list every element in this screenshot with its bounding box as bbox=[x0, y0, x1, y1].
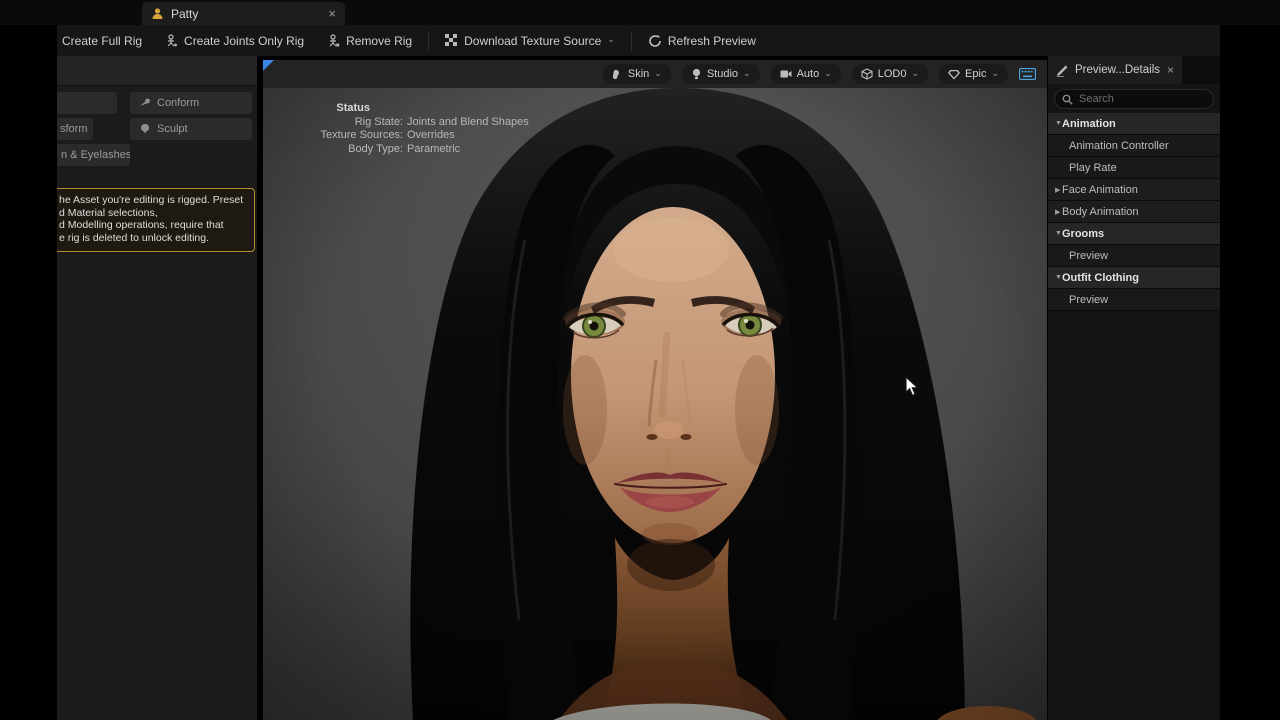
tab-bar: Patty × bbox=[0, 0, 1280, 25]
details-pencil-icon bbox=[1056, 64, 1069, 77]
remove-rig-button[interactable]: Remove Rig bbox=[315, 25, 423, 56]
tree-category-grooms[interactable]: ▼Grooms bbox=[1048, 223, 1220, 245]
eyelashes-button[interactable]: n & Eyelashes bbox=[57, 144, 130, 166]
status-label: Rig State: bbox=[275, 116, 403, 130]
tree-category-outfit-clothing[interactable]: ▼Outfit Clothing bbox=[1048, 267, 1220, 289]
triangle-collapsed-icon: ▶ bbox=[1048, 186, 1062, 194]
status-value: Overrides bbox=[403, 129, 455, 143]
warning-line: he Asset you're editing is rigged. Prese… bbox=[59, 194, 247, 207]
quality-epic-dropdown[interactable]: Epic ⌄ bbox=[939, 64, 1008, 84]
triangle-expanded-icon: ▼ bbox=[1048, 230, 1062, 237]
toolbar-separator bbox=[631, 31, 632, 51]
preview-details-panel: Preview...Details × Search ▼Animation An… bbox=[1048, 56, 1220, 720]
triangle-expanded-icon: ▼ bbox=[1048, 120, 1062, 127]
lightbulb-icon bbox=[691, 68, 702, 80]
lighting-studio-dropdown[interactable]: Studio ⌄ bbox=[682, 64, 760, 84]
tool-button-cropped[interactable] bbox=[57, 92, 117, 114]
sculpt-icon bbox=[139, 123, 151, 135]
tree-item-play-rate[interactable]: Play Rate bbox=[1048, 157, 1220, 179]
3d-viewport[interactable]: Skin ⌄ Studio ⌄ Auto ⌄ bbox=[263, 60, 1047, 720]
character-preview-render bbox=[263, 60, 1047, 720]
keyboard-shortcuts-button[interactable] bbox=[1019, 68, 1036, 80]
create-full-rig-button[interactable]: Create Full Rig bbox=[57, 25, 153, 56]
tab-close-icon[interactable]: × bbox=[328, 7, 336, 20]
status-label: Texture Sources: bbox=[275, 129, 403, 143]
tool-button-cropped-form[interactable]: sform bbox=[57, 118, 93, 140]
quality-diamond-icon bbox=[948, 69, 960, 80]
warning-line: d Modelling operations, require that bbox=[59, 219, 247, 232]
tree-item-outfit-preview[interactable]: Preview bbox=[1048, 289, 1220, 311]
rig-add-icon bbox=[164, 34, 178, 48]
chevron-down-icon: ⌄ bbox=[743, 68, 751, 79]
panel-close-icon[interactable]: × bbox=[1167, 63, 1174, 77]
tools-panel-header bbox=[57, 56, 257, 86]
tree-category-face-animation[interactable]: ▶Face Animation bbox=[1048, 179, 1220, 201]
details-search-input[interactable]: Search bbox=[1054, 89, 1214, 109]
refresh-icon bbox=[648, 34, 662, 48]
search-icon bbox=[1062, 94, 1073, 105]
rig-status-block: Status Rig State:Joints and Blend Shapes… bbox=[275, 102, 529, 156]
camera-icon bbox=[780, 69, 792, 79]
mouse-cursor bbox=[905, 376, 920, 402]
triangle-expanded-icon: ▼ bbox=[1048, 274, 1062, 281]
chevron-down-icon: ⌄ bbox=[824, 68, 832, 79]
viewport-toolbar: Skin ⌄ Studio ⌄ Auto ⌄ bbox=[263, 60, 1047, 88]
status-title: Status bbox=[275, 102, 403, 116]
chevron-down-icon: ⌄ bbox=[991, 68, 999, 79]
warning-line: d Material selections, bbox=[59, 207, 247, 220]
lod-dropdown[interactable]: LOD0 ⌄ bbox=[852, 64, 928, 84]
metahuman-editor-window: Patty × Create Full Rig Create Joints On… bbox=[0, 0, 1280, 720]
refresh-preview-button[interactable]: Refresh Preview bbox=[637, 25, 767, 56]
conform-button[interactable]: Conform bbox=[130, 92, 252, 114]
create-joints-only-rig-button[interactable]: Create Joints Only Rig bbox=[153, 25, 315, 56]
conform-icon bbox=[139, 97, 151, 109]
warning-line: e rig is deleted to unlock editing. bbox=[59, 232, 247, 245]
status-label: Body Type: bbox=[275, 143, 403, 157]
rig-locked-warning: he Asset you're editing is rigged. Prese… bbox=[57, 188, 255, 252]
sculpt-button[interactable]: Sculpt bbox=[130, 118, 252, 140]
status-value: Joints and Blend Shapes bbox=[403, 116, 529, 130]
tree-category-animation[interactable]: ▼Animation bbox=[1048, 113, 1220, 135]
chevron-down-icon: ⌄ bbox=[607, 34, 615, 45]
chevron-down-icon: ⌄ bbox=[912, 68, 920, 79]
skin-preview-dropdown[interactable]: Skin ⌄ bbox=[603, 64, 671, 84]
tab-preview-details[interactable]: Preview...Details × bbox=[1048, 56, 1182, 84]
skin-icon bbox=[612, 69, 623, 80]
lod-cube-icon bbox=[861, 68, 873, 80]
tools-panel: Conform sform Sculpt n & Eyelashes he As… bbox=[57, 56, 257, 720]
character-asset-icon bbox=[151, 7, 164, 20]
camera-auto-dropdown[interactable]: Auto ⌄ bbox=[771, 64, 841, 84]
triangle-collapsed-icon: ▶ bbox=[1048, 208, 1062, 216]
tab-patty[interactable]: Patty × bbox=[142, 2, 345, 25]
details-tab-strip: Preview...Details × bbox=[1048, 56, 1220, 84]
main-toolbar: Create Full Rig Create Joints Only Rig R… bbox=[57, 25, 1220, 56]
tree-item-animation-controller[interactable]: Animation Controller bbox=[1048, 135, 1220, 157]
chevron-down-icon: ⌄ bbox=[654, 68, 662, 79]
details-tree: ▼Animation Animation Controller Play Rat… bbox=[1048, 113, 1220, 311]
tree-category-body-animation[interactable]: ▶Body Animation bbox=[1048, 201, 1220, 223]
download-texture-source-button[interactable]: Download Texture Source ⌄ bbox=[434, 25, 626, 56]
status-value: Parametric bbox=[403, 143, 460, 157]
keyboard-icon bbox=[1019, 68, 1036, 80]
tree-item-grooms-preview[interactable]: Preview bbox=[1048, 245, 1220, 267]
search-placeholder: Search bbox=[1079, 93, 1114, 105]
tab-title: Patty bbox=[171, 7, 198, 21]
texture-checker-icon bbox=[445, 34, 458, 47]
toolbar-separator bbox=[428, 31, 429, 51]
rig-remove-icon bbox=[326, 34, 340, 48]
viewport-focus-triangle bbox=[263, 60, 274, 71]
